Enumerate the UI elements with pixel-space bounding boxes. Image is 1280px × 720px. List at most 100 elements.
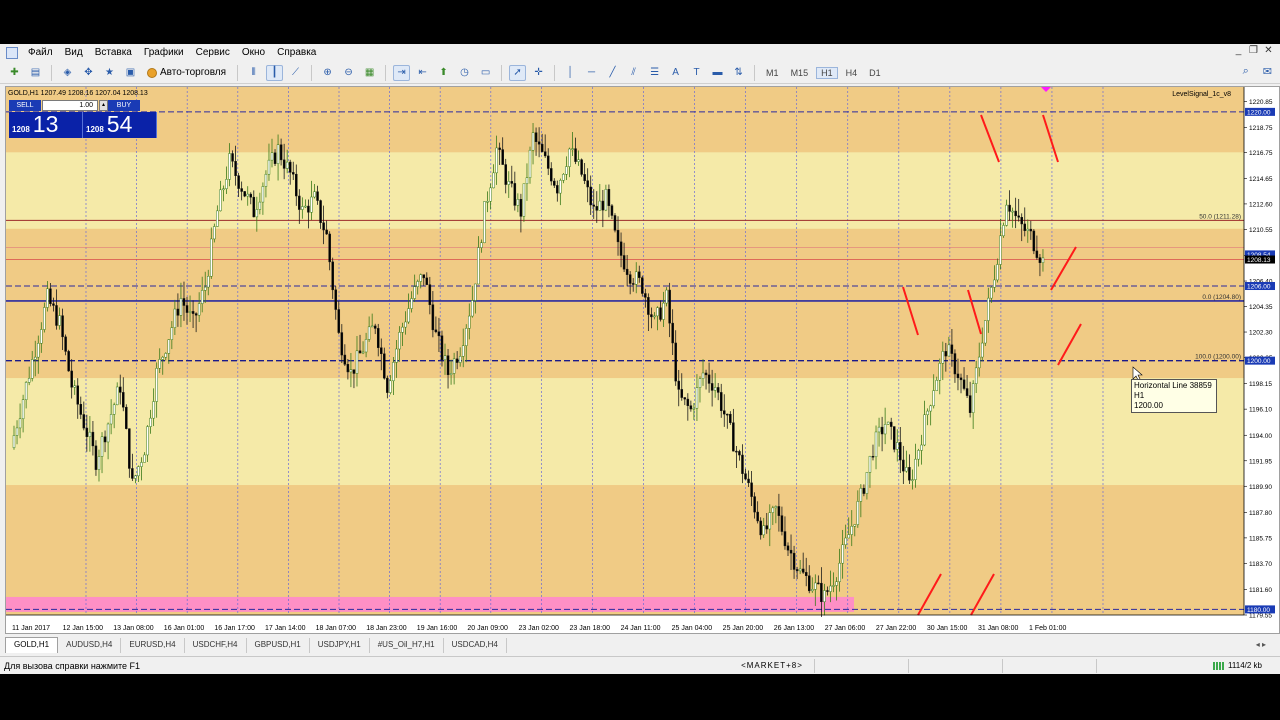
tabs-scroll[interactable]: ◂ ▸ <box>1256 640 1266 649</box>
candle-body <box>37 343 40 358</box>
candle-body <box>64 336 67 352</box>
sell-button[interactable]: SELL <box>9 99 41 111</box>
periods-icon[interactable]: ◷ <box>456 65 473 81</box>
candle-body <box>525 177 529 185</box>
chat-icon[interactable]: ✉ <box>1263 65 1272 78</box>
menu-insert[interactable]: Вставка <box>89 47 138 58</box>
chart-shift-icon[interactable]: ⇥ <box>393 64 411 81</box>
autotrading-button[interactable]: Авто-торговля <box>143 65 230 81</box>
candle-body <box>170 327 174 340</box>
candle-body <box>413 286 416 299</box>
bar-chart-icon[interactable]: ⫴ <box>245 65 262 81</box>
candle-body <box>874 431 878 457</box>
menu-window[interactable]: Окно <box>236 47 271 58</box>
zoom-out-icon[interactable]: ⊖ <box>340 65 357 81</box>
candle-body <box>519 199 523 217</box>
candle-body <box>580 159 583 175</box>
tab-gbpusd-h1[interactable]: GBPUSD,H1 <box>247 638 310 653</box>
channel-icon[interactable]: ⫽ <box>625 65 642 81</box>
app-icon[interactable] <box>6 46 18 59</box>
candlestick-icon[interactable]: ┃ <box>266 64 284 81</box>
text-label-icon[interactable]: T <box>688 65 705 81</box>
horizontal-line-icon[interactable]: ─ <box>583 65 600 81</box>
menu-help[interactable]: Справка <box>271 47 322 58</box>
time-tick-label: 13 Jan 08:00 <box>113 625 154 632</box>
candle-body <box>586 180 589 188</box>
minimize-icon[interactable]: _ <box>1233 46 1244 57</box>
favorites-icon[interactable]: ★ <box>101 65 118 81</box>
buy-button[interactable]: BUY <box>108 99 140 111</box>
traffic-label: 1114/2 kb <box>1228 661 1262 670</box>
search-icon[interactable]: ⌕ <box>1243 65 1249 78</box>
price-chart[interactable]: 11 Jan 2017 12 Jan 15:00 13 Jan 08:00 16 Ja… <box>6 87 1279 633</box>
autoscroll-icon[interactable]: ⇤ <box>414 65 431 81</box>
connection-status[interactable]: 1114/2 kb <box>1190 661 1280 670</box>
timeframe-h4[interactable]: H4 <box>842 68 862 78</box>
zoom-in-icon[interactable]: ⊕ <box>319 65 336 81</box>
candle-body <box>367 326 371 340</box>
menu-tools[interactable]: Сервис <box>190 47 236 58</box>
tab-audusd-h4[interactable]: AUDUSD,H4 <box>58 638 122 653</box>
text-icon[interactable]: A <box>667 65 684 81</box>
navigator-icon[interactable]: ✥ <box>80 65 97 81</box>
tab-usdcad-h4[interactable]: USDCAD,H4 <box>444 638 507 653</box>
candle-body <box>252 196 256 218</box>
candle-body <box>902 459 905 472</box>
candle-body <box>692 407 696 410</box>
buy-price-button[interactable]: 1208 54 <box>83 112 157 138</box>
tab-eurusd-h4[interactable]: EURUSD,H4 <box>121 638 185 653</box>
candle-body <box>619 241 623 256</box>
indicators-icon[interactable]: ⬆ <box>435 65 452 81</box>
tab-gold-h1[interactable]: GOLD,H1 <box>5 637 59 653</box>
chart-window[interactable]: GOLD,H1 1207.49 1208.16 1207.04 1208.13 … <box>5 86 1280 634</box>
candle-body <box>1008 204 1011 212</box>
candle-body <box>449 373 453 376</box>
candle-body <box>549 168 553 182</box>
candle-body <box>370 325 374 328</box>
candle-body <box>489 187 492 202</box>
objects-icon[interactable]: ▬ <box>709 65 726 81</box>
timeframe-m15[interactable]: M15 <box>787 68 813 78</box>
market-watch-icon[interactable]: ◈ <box>59 65 76 81</box>
close-icon[interactable]: ✕ <box>1263 46 1274 57</box>
tab-usdchf-h4[interactable]: USDCHF,H4 <box>185 638 247 653</box>
candle-body <box>583 174 586 181</box>
terminal-icon[interactable]: ▣ <box>122 65 139 81</box>
vertical-line-icon[interactable]: │ <box>562 65 579 81</box>
fibonacci-icon[interactable]: ☰ <box>646 65 663 81</box>
candle-body <box>149 417 152 427</box>
candle-body <box>616 230 620 243</box>
candle-body <box>173 308 177 328</box>
candle-body <box>46 288 49 308</box>
sell-price-button[interactable]: 1208 13 <box>9 112 83 138</box>
trendline-icon[interactable]: ╱ <box>604 65 621 81</box>
candle-body <box>100 436 104 457</box>
tab-us-oil-h1[interactable]: #US_Oil_H7,H1 <box>370 638 444 653</box>
candle-body <box>574 148 577 162</box>
arrows-icon[interactable]: ⇅ <box>730 65 747 81</box>
candle-body <box>231 153 234 162</box>
new-order-icon[interactable]: ✚ <box>6 65 23 81</box>
candle-body <box>58 315 61 326</box>
status-profile[interactable]: <MARKET+8> <box>730 661 814 670</box>
line-chart-icon[interactable]: ⟋ <box>287 65 304 81</box>
candle-body <box>364 339 368 353</box>
timeframe-d1[interactable]: D1 <box>865 68 885 78</box>
tab-usdjpy-h1[interactable]: USDJPY,H1 <box>310 638 370 653</box>
candle-body <box>516 199 520 206</box>
menu-view[interactable]: Вид <box>59 47 89 58</box>
crosshair-icon[interactable]: ✛ <box>530 65 547 81</box>
templates-icon[interactable]: ▭ <box>477 65 494 81</box>
candle-body <box>735 450 738 453</box>
timeframe-h1[interactable]: H1 <box>816 66 838 79</box>
restore-icon[interactable]: ❐ <box>1248 46 1259 57</box>
cursor-icon[interactable]: ➚ <box>509 64 527 81</box>
menu-charts[interactable]: Графики <box>138 47 190 58</box>
profiles-icon[interactable]: ▤ <box>27 65 44 81</box>
price-highlight-label: 1208.13 <box>1247 257 1271 264</box>
timeframe-m1[interactable]: M1 <box>762 68 783 78</box>
lot-spinner-icon[interactable]: ▴ <box>99 99 108 111</box>
menu-file[interactable]: Файл <box>22 47 59 58</box>
tile-windows-icon[interactable]: ▦ <box>361 65 378 81</box>
lot-size-input[interactable]: 1.00 <box>42 99 98 111</box>
